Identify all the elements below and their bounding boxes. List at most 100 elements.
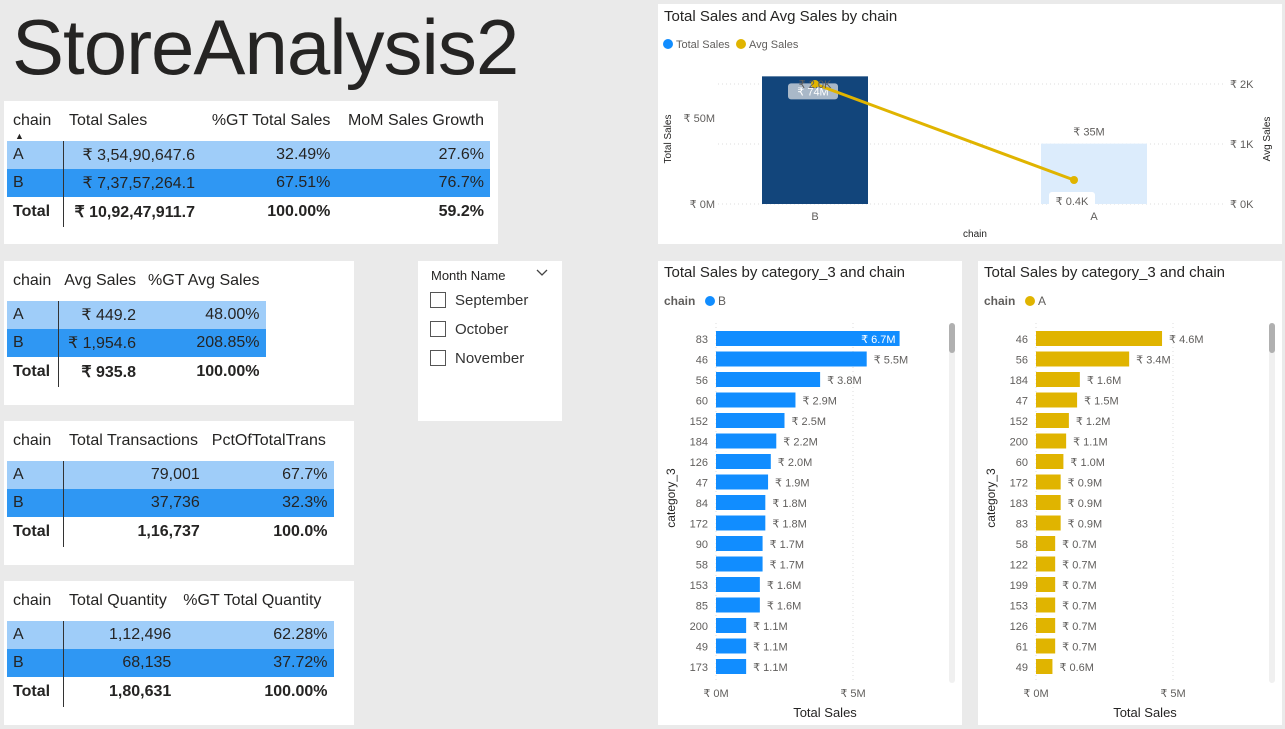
scrollbar-track[interactable] bbox=[949, 323, 955, 683]
bar[interactable] bbox=[716, 638, 747, 654]
bar[interactable] bbox=[1036, 454, 1064, 469]
bar[interactable] bbox=[716, 454, 771, 469]
bar-data-label: ₹ 1.2M bbox=[1076, 416, 1111, 428]
bar[interactable] bbox=[716, 474, 769, 490]
bar-data-label: ₹ 1.1M bbox=[753, 621, 788, 633]
cell: ₹ 449.2 bbox=[58, 301, 143, 329]
y-tick-label: 46 bbox=[696, 355, 708, 367]
page-title: StoreAnalysis2 bbox=[12, 3, 519, 91]
sales-matrix-card: chain ▲ Total Sales %GT Total Sales MoM S… bbox=[4, 101, 498, 244]
bar[interactable] bbox=[716, 351, 867, 367]
bar[interactable] bbox=[1036, 556, 1056, 572]
checkbox-september[interactable] bbox=[430, 292, 446, 308]
bar[interactable] bbox=[716, 515, 766, 531]
bar-data-label: ₹ 1.6M bbox=[767, 580, 802, 592]
bar-data-label: ₹ 0.9M bbox=[1068, 478, 1103, 490]
bar[interactable] bbox=[716, 556, 763, 572]
total-row: Total 1,80,631 100.00% bbox=[7, 677, 334, 707]
quantity-matrix-card: chain Total Quantity %GT Total Quantity … bbox=[4, 581, 354, 725]
bar[interactable] bbox=[716, 597, 760, 613]
bar[interactable] bbox=[716, 392, 796, 408]
bar[interactable] bbox=[1036, 351, 1130, 367]
bar[interactable] bbox=[716, 372, 821, 387]
bar[interactable] bbox=[1036, 515, 1061, 531]
bar[interactable] bbox=[716, 659, 747, 674]
column-header-chain[interactable]: chain bbox=[7, 581, 63, 621]
column-header-chain[interactable]: chain ▲ bbox=[7, 101, 63, 141]
checkbox-november[interactable] bbox=[430, 350, 446, 366]
bar[interactable] bbox=[1036, 659, 1053, 674]
bar[interactable] bbox=[1036, 433, 1067, 449]
bar-data-label: ₹ 0.7M bbox=[1062, 539, 1097, 551]
total-row: Total ₹ 935.8 100.00% bbox=[7, 357, 266, 387]
column-header[interactable]: Total Quantity bbox=[63, 581, 177, 621]
table-row[interactable]: A ₹ 449.2 48.00% bbox=[7, 301, 266, 329]
slicer-option-november[interactable]: November bbox=[455, 350, 524, 367]
column-header[interactable]: %GT Total Sales bbox=[201, 101, 336, 141]
bar-chart-a-card: Total Sales by category_3 and chain chai… bbox=[978, 261, 1282, 725]
y-tick-label: 172 bbox=[690, 519, 708, 531]
legend-avg-sales[interactable]: Avg Sales bbox=[736, 39, 799, 51]
column-header-chain[interactable]: chain bbox=[7, 261, 58, 301]
cell: 1,80,631 bbox=[108, 683, 172, 700]
line-data-label: ₹ 0.4K bbox=[1056, 196, 1089, 208]
table-row[interactable]: A 1,12,496 62.28% bbox=[7, 621, 334, 649]
bar[interactable] bbox=[1036, 577, 1056, 592]
column-header[interactable]: %GT Avg Sales bbox=[142, 261, 265, 301]
bar[interactable] bbox=[1036, 392, 1078, 408]
sort-ascending-icon[interactable]: ▲ bbox=[15, 131, 24, 141]
column-header-chain[interactable]: chain bbox=[7, 421, 63, 461]
table-row[interactable]: B 68,135 37.72% bbox=[7, 649, 334, 677]
line-marker[interactable] bbox=[1070, 176, 1078, 184]
bar[interactable] bbox=[1036, 597, 1056, 613]
bar[interactable] bbox=[1036, 413, 1069, 428]
table-row[interactable]: A 79,001 67.7% bbox=[7, 461, 334, 489]
table-row[interactable]: B ₹ 7,37,57,264.1 67.51% 76.7% bbox=[7, 169, 490, 197]
table-row[interactable]: B ₹ 1,954.6 208.85% bbox=[7, 329, 266, 357]
column-header[interactable]: Total Transactions bbox=[63, 421, 206, 461]
bar[interactable] bbox=[716, 577, 760, 592]
column-header[interactable]: MoM Sales Growth bbox=[336, 101, 490, 141]
bar[interactable] bbox=[1036, 536, 1056, 551]
bar[interactable] bbox=[716, 618, 747, 633]
legend-marker bbox=[705, 296, 715, 306]
slicer-option-september[interactable]: September bbox=[455, 292, 528, 309]
bar[interactable] bbox=[1036, 372, 1080, 387]
bar[interactable] bbox=[1036, 495, 1061, 510]
scrollbar-thumb[interactable] bbox=[949, 323, 955, 353]
cell: 79,001 bbox=[63, 461, 206, 489]
column-header[interactable]: Avg Sales bbox=[58, 261, 142, 301]
bar[interactable] bbox=[716, 433, 777, 449]
bar[interactable] bbox=[1036, 618, 1056, 633]
column-header[interactable]: PctOfTotalTrans bbox=[206, 421, 334, 461]
checkbox-october[interactable] bbox=[430, 321, 446, 337]
y-tick-label: 49 bbox=[696, 642, 708, 654]
bar[interactable] bbox=[716, 495, 766, 510]
bar[interactable] bbox=[716, 413, 785, 428]
y-axis-title: Total Sales bbox=[663, 115, 674, 164]
bar[interactable] bbox=[716, 536, 763, 551]
slicer-option-october[interactable]: October bbox=[455, 321, 508, 338]
chevron-down-icon[interactable] bbox=[535, 265, 549, 282]
bar[interactable] bbox=[1036, 638, 1056, 654]
x-tick-label: B bbox=[811, 211, 818, 223]
bar-data-label: ₹ 6.7M bbox=[861, 334, 896, 346]
table-row[interactable]: A ₹ 3,54,90,647.6 32.49% 27.6% bbox=[7, 141, 490, 169]
column-header[interactable]: Total Sales bbox=[63, 101, 201, 141]
legend-total-sales[interactable]: Total Sales bbox=[663, 39, 730, 51]
y-tick-label: ₹ 0M bbox=[690, 199, 715, 211]
scrollbar-thumb[interactable] bbox=[1269, 323, 1275, 353]
bar[interactable] bbox=[1036, 331, 1163, 346]
combo-chart: Total Sales Avg Sales Total Sales Avg Sa… bbox=[663, 39, 1273, 240]
cell: B bbox=[7, 329, 59, 357]
table-row[interactable]: B 37,736 32.3% bbox=[7, 489, 334, 517]
cell: A bbox=[7, 141, 64, 169]
scrollbar-track[interactable] bbox=[1269, 323, 1275, 683]
bar-data-label: ₹ 1.5M bbox=[1084, 396, 1119, 408]
legend-item-a[interactable]: A bbox=[1025, 294, 1046, 308]
y-tick-label: 126 bbox=[690, 457, 708, 469]
bar-data-label: ₹ 0.7M bbox=[1062, 560, 1097, 572]
legend-item-b[interactable]: B bbox=[705, 294, 726, 308]
column-header[interactable]: %GT Total Quantity bbox=[177, 581, 333, 621]
bar[interactable] bbox=[1036, 474, 1061, 490]
